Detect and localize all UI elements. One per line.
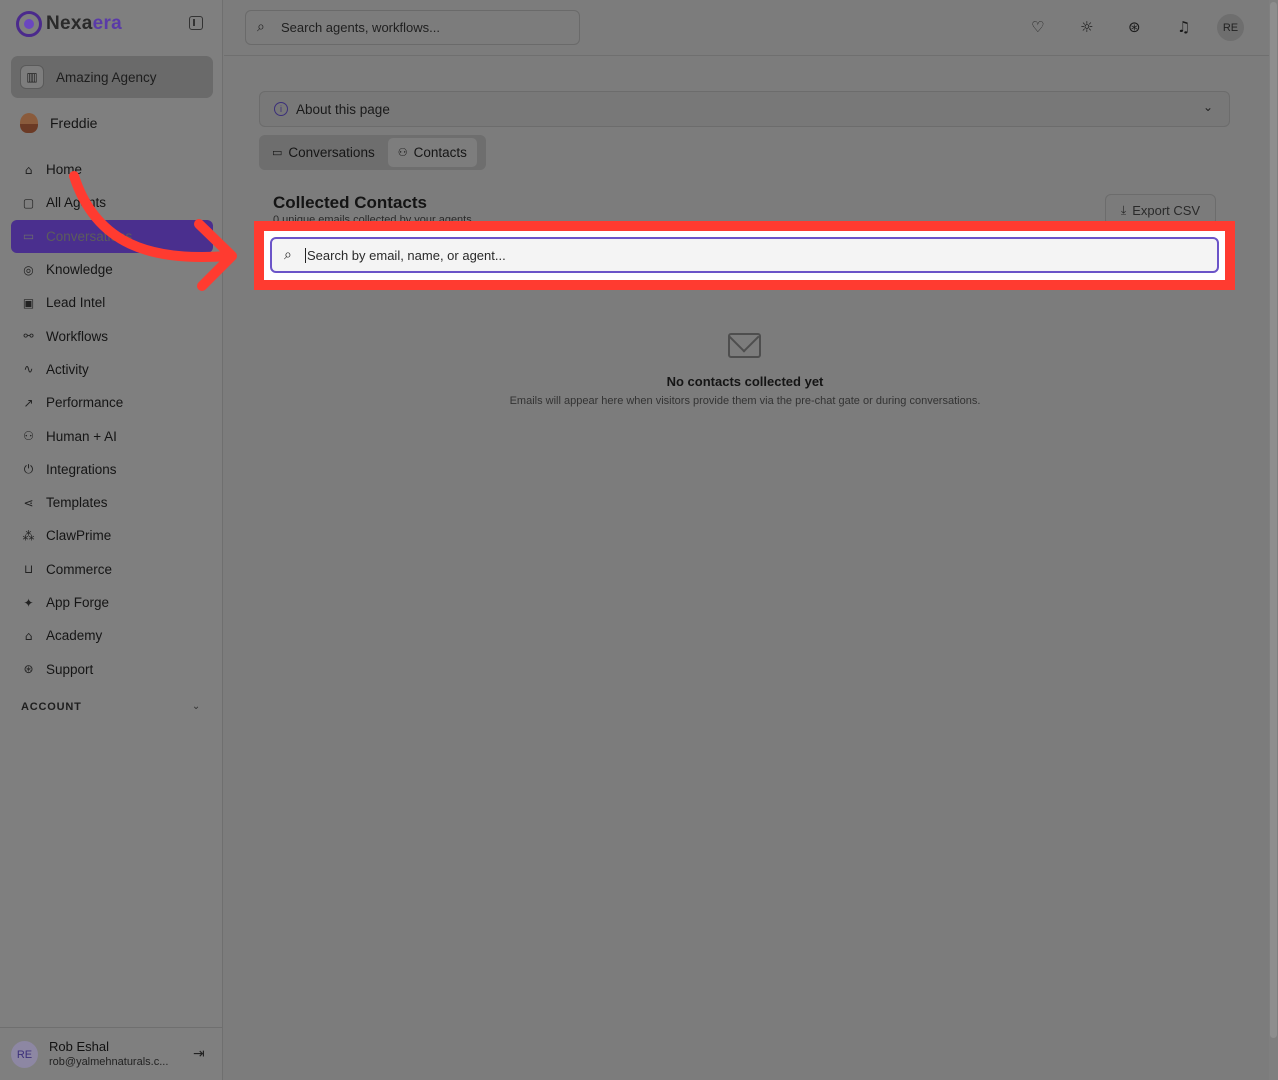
chevron-down-icon: ⌄ — [191, 701, 201, 712]
avatar[interactable]: RE — [1217, 14, 1244, 41]
logout-icon[interactable]: ⇥ — [193, 1046, 205, 1062]
notification-bell-icon[interactable]: ♫ — [1177, 17, 1190, 37]
search-icon: ⌕ — [257, 19, 265, 35]
empty-state-description: Emails will appear here when visitors pr… — [509, 395, 981, 407]
cart-icon: ⊔ — [23, 562, 34, 577]
workspace-user-label: Freddie — [50, 115, 98, 131]
plug-icon: ⏻ — [23, 461, 34, 476]
workflow-icon: ⚯ — [23, 329, 34, 344]
sparkles-icon: ✦ — [23, 595, 34, 610]
search-icon: ⌕ — [284, 247, 292, 263]
global-search-input[interactable]: ⌕ Search agents, workflows... — [245, 10, 580, 45]
agency-switcher[interactable]: ▥ Amazing Agency — [11, 56, 213, 98]
sidebar-item-support[interactable]: ⊛ Support — [11, 652, 213, 685]
sidebar-item-conversations[interactable]: ▭ Conversations — [11, 219, 213, 253]
theme-toggle-icon[interactable]: ☼ — [1080, 17, 1093, 37]
sidebar-item-commerce[interactable]: ⊔ Commerce — [11, 553, 213, 586]
sidebar-item-clawprime[interactable]: ⁂ ClawPrime — [11, 519, 213, 552]
workspace-user[interactable]: Freddie — [20, 113, 97, 133]
mail-icon — [728, 333, 761, 358]
home-icon: ⌂ — [24, 162, 33, 177]
life-buoy-icon: ⊛ — [23, 662, 34, 677]
profile-footer: RE Rob Eshal rob@yalmehnaturals.c... ⇥ — [0, 1027, 223, 1080]
text-caret — [305, 247, 306, 263]
sidebar-item-academy[interactable]: ⌂ Academy — [11, 619, 213, 652]
global-search-placeholder: Search agents, workflows... — [281, 20, 440, 35]
share-icon: ⋖ — [23, 495, 34, 510]
graduation-cap-icon: ⌂ — [24, 628, 33, 643]
sidebar-item-home[interactable]: ⌂ Home — [11, 153, 213, 186]
sidebar-item-knowledge[interactable]: ◎ Knowledge — [11, 253, 213, 286]
heart-icon[interactable]: ♡ — [1031, 17, 1044, 37]
sidebar-item-all-agents[interactable]: ▢ All Agents — [11, 186, 213, 219]
account-section-toggle[interactable]: ACCOUNT ⌄ — [21, 701, 201, 713]
sidebar-item-human-ai[interactable]: ⚇ Human + AI — [11, 419, 213, 452]
chevron-down-icon: ⌄ — [1202, 100, 1213, 114]
tab-contacts[interactable]: ⚇ Contacts — [387, 138, 477, 167]
sidebar-item-workflows[interactable]: ⚯ Workflows — [11, 319, 213, 352]
sidebar-item-templates[interactable]: ⋖ Templates — [11, 486, 213, 519]
building-icon: ▥ — [20, 65, 44, 89]
brand-logo[interactable]: Nexaera — [16, 10, 122, 38]
sidebar-item-integrations[interactable]: ⏻ Integrations — [11, 453, 213, 486]
sidebar-item-lead-intel[interactable]: ▣ Lead Intel — [11, 286, 213, 319]
globe-icon: ◎ — [23, 262, 34, 277]
about-this-page-label: About this page — [296, 101, 390, 117]
chat-icon: ▭ — [22, 229, 35, 244]
tab-list: ▭ Conversations ⚇ Contacts — [259, 135, 486, 170]
about-this-page-accordion[interactable]: i About this page ⌄ — [259, 91, 1230, 127]
network-icon: ⚇ — [23, 429, 34, 444]
page-scrollbar[interactable] — [1269, 0, 1278, 1080]
chat-icon: ▭ — [272, 146, 283, 159]
scroll-thumb[interactable] — [1270, 2, 1277, 1038]
page-title: Collected Contacts — [273, 193, 427, 212]
top-bar: ⌕ Search agents, workflows... ♡ ☼ ⊛ ♫ RE — [224, 0, 1269, 56]
contact-card-icon: ▣ — [22, 295, 35, 310]
sidebar: Nexaera ▥ Amazing Agency Freddie ⌂ Home ▢… — [0, 0, 223, 1080]
profile-name: Rob Eshal — [49, 1039, 109, 1054]
sidebar-nav: ⌂ Home ▢ All Agents ▭ Conversations ◎ Knowle… — [11, 153, 213, 686]
brand-name: Nexaera — [46, 13, 123, 34]
contacts-search-input[interactable]: ⌕ Search by email, name, or agent... — [270, 237, 1219, 273]
user-avatar — [20, 113, 38, 133]
agency-label: Amazing Agency — [56, 69, 157, 85]
download-icon: ⤓ — [1120, 202, 1127, 217]
account-section-label: ACCOUNT — [21, 701, 82, 713]
info-icon: i — [274, 102, 288, 116]
profile-email: rob@yalmehnaturals.c... — [49, 1056, 169, 1068]
cluster-icon: ⁂ — [22, 528, 35, 543]
contacts-search-placeholder: Search by email, name, or agent... — [307, 247, 506, 263]
sidebar-item-app-forge[interactable]: ✦ App Forge — [11, 586, 213, 619]
avatar[interactable]: RE — [11, 1041, 38, 1068]
users-icon: ⚇ — [397, 146, 408, 159]
nexaera-logo-icon — [16, 11, 42, 37]
sidebar-collapse-icon[interactable] — [189, 16, 203, 30]
empty-state-title: No contacts collected yet — [666, 374, 824, 389]
tab-conversations[interactable]: ▭ Conversations — [262, 138, 385, 167]
bot-icon: ▢ — [22, 195, 35, 210]
help-icon[interactable]: ⊛ — [1128, 17, 1141, 37]
